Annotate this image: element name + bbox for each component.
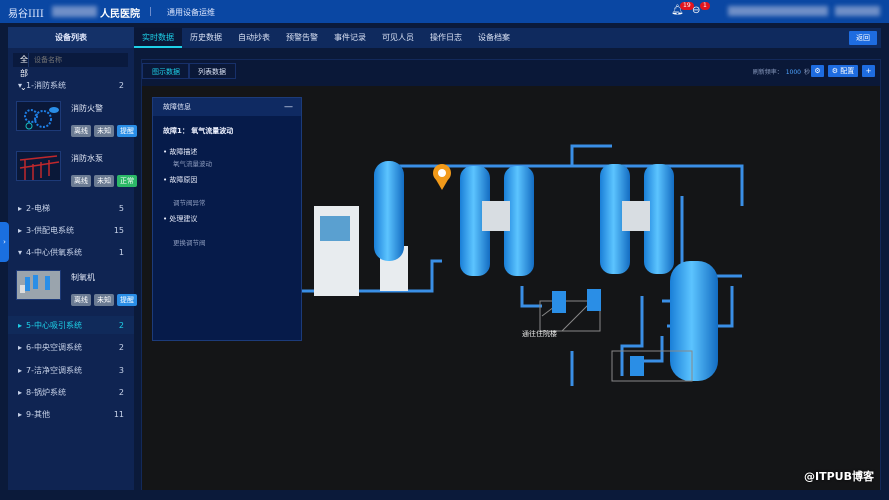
fault-section-label: • 故障描述 — [163, 148, 198, 156]
message-badge: 1 — [700, 2, 710, 10]
status-tag: 提醒 — [117, 294, 137, 306]
tab-events[interactable]: 事件记录 — [326, 28, 374, 48]
collapse-button[interactable]: — — [284, 98, 293, 116]
refresh-rate: 刷新频率： 1000 秒 — [752, 69, 810, 76]
device-thumbnail — [16, 151, 61, 181]
tab-people[interactable]: 可见人员 — [374, 28, 422, 48]
watermark: @ITPUB博客 — [804, 470, 874, 483]
status-tag: 未知 — [94, 125, 114, 137]
fault-section-value: 调节阀异常 — [173, 199, 206, 207]
content-panel: 图示数据 列表数据 刷新频率： 1000 秒 ⚙ ⚙ 配置 + 通往住院楼 故障… — [141, 59, 881, 490]
tank — [374, 161, 404, 261]
logo: 易谷IIII — [8, 9, 44, 20]
group-oxygen[interactable]: ▾ 4-中心供氧系统 1 — [8, 243, 134, 261]
device-thumbnail — [16, 101, 61, 131]
tab-archive[interactable]: 设备档案 — [470, 28, 518, 48]
hospital-name: 人民医院 — [100, 9, 140, 20]
divider — [150, 7, 151, 16]
group-power[interactable]: ▸ 3-供配电系统 15 — [8, 221, 134, 239]
system-subtitle: 通用设备运维 — [167, 8, 215, 17]
tab-history[interactable]: 历史数据 — [182, 28, 230, 48]
group-suction[interactable]: ▸ 5-中心吸引系统 2 — [8, 316, 134, 334]
fault-section-label: • 故障原因 — [163, 176, 198, 184]
fault-name: 故障1： 氧气流量波动 — [163, 127, 234, 135]
top-header: 易谷IIII 人民医院 通用设备运维 🔔︎ 19 ⊖ 1 — [0, 0, 889, 23]
group-central-ac[interactable]: ▸ 6-中央空调系统 2 — [8, 338, 134, 356]
group-clean-ac[interactable]: ▸ 7-洁净空调系统 3 — [8, 361, 134, 379]
device-name: 消防火警 — [71, 104, 103, 113]
settings-button[interactable]: ⚙ — [811, 65, 824, 77]
tab-realtime[interactable]: 实时数据 — [134, 28, 182, 48]
group-elevator[interactable]: ▸ 2-电梯 5 — [8, 199, 134, 217]
fault-section-value: 更换调节阀 — [173, 239, 206, 247]
device-sidebar: 设备列表 全部 ⌄ ▾1-消防系统2 消防火警 离线未知提醒 消防水泵 离线未知… — [8, 27, 137, 490]
back-button[interactable]: 返回 — [849, 31, 877, 45]
status-tag: 离线 — [71, 294, 91, 306]
sidebar-title: 设备列表 — [8, 27, 134, 48]
subtab-diagram[interactable]: 图示数据 — [142, 63, 190, 79]
fault-info-panel: 故障信息 — 故障1： 氧气流量波动 • 故障描述 氧气流量波动 • 故障原因 调… — [152, 97, 302, 341]
device-name: 消防水泵 — [71, 154, 103, 163]
device-thumbnail — [16, 270, 61, 300]
status-tag: 正常 — [117, 175, 137, 187]
redacted-user — [728, 6, 828, 16]
status-tag: 未知 — [94, 294, 114, 306]
route-label: 通往住院楼 — [522, 330, 557, 338]
storage-tank — [670, 261, 718, 381]
device-card[interactable]: 消防火警 离线 未知 提醒 — [16, 101, 137, 141]
status-tag: 离线 — [71, 175, 91, 187]
tab-logs[interactable]: 操作日志 — [422, 28, 470, 48]
fault-panel-title: 故障信息 — [163, 103, 191, 111]
group-other[interactable]: ▸ 9-其他 11 — [8, 405, 134, 423]
add-button[interactable]: + — [862, 65, 875, 77]
group-fire[interactable]: ▾ 1-消防系统 2 — [8, 76, 134, 94]
tab-bar: 实时数据 历史数据 自动抄表 预警告警 事件记录 可见人员 操作日志 设备档案 … — [134, 28, 881, 48]
device-search-input[interactable] — [29, 53, 130, 67]
sidebar-toggle-handle[interactable]: › — [0, 222, 9, 262]
device-card[interactable]: 消防水泵 离线 未知 正常 — [16, 151, 137, 191]
group-boiler[interactable]: ▸ 8-锅炉系统 2 — [8, 383, 134, 401]
subtab-list[interactable]: 列表数据 — [188, 63, 236, 79]
category-select[interactable]: 全部 ⌄ — [13, 53, 29, 92]
alarm-marker-icon — [433, 164, 451, 190]
redacted-name — [52, 6, 97, 17]
status-tag: 未知 — [94, 175, 114, 187]
config-button[interactable]: ⚙ 配置 — [828, 65, 858, 77]
tab-alarm[interactable]: 预警告警 — [278, 28, 326, 48]
3d-scene-view[interactable]: 通往住院楼 故障信息 — 故障1： 氧气流量波动 • 故障描述 氧气流量波动 • … — [142, 86, 880, 490]
device-name: 制氧机 — [71, 273, 95, 282]
redacted-user — [835, 6, 880, 16]
fault-section-label: • 处理建议 — [163, 215, 198, 223]
fault-section-value: 氧气流量波动 — [173, 160, 212, 168]
tab-meter[interactable]: 自动抄表 — [230, 28, 278, 48]
status-tag: 提醒 — [117, 125, 137, 137]
status-tag: 离线 — [71, 125, 91, 137]
device-card[interactable]: 制氧机 离线 未知 提醒 — [16, 270, 137, 310]
